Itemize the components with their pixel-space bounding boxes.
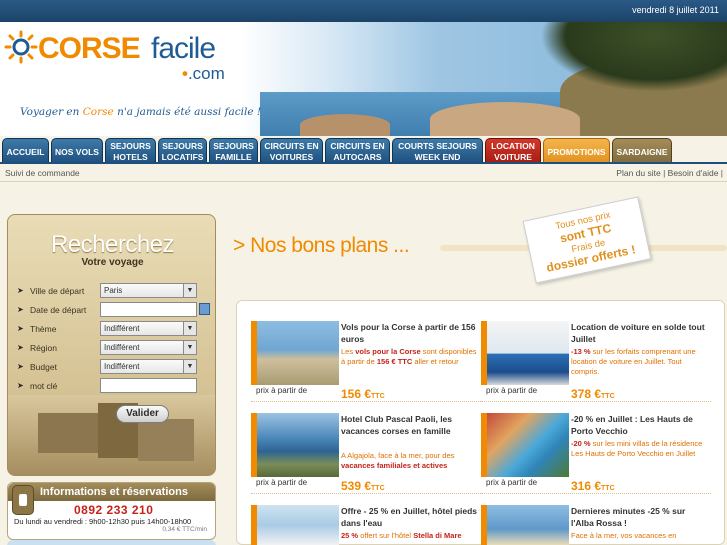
bullet-arrow-icon: ➤ <box>17 305 24 314</box>
offer-description: A Algajola, face à la mer, pour des vaca… <box>341 451 455 470</box>
phone-number[interactable]: 0892 233 210 <box>74 503 153 517</box>
top-bar: vendredi 8 juillet 2011 <box>0 0 727 22</box>
offer-title[interactable]: Vols pour la Corse à partir de 156 euros <box>341 321 479 345</box>
offer-image[interactable] <box>481 413 569 477</box>
tab-location-voiture[interactable]: LOCATION VOITURE <box>485 138 541 164</box>
sub-nav: Suivi de commande Plan du site | Besoin … <box>0 164 727 182</box>
logo-facile: facile <box>151 32 216 65</box>
offer-description: Les vols pour la Corse sont disponibles … <box>341 347 477 366</box>
info-box: Informations et réservations 0892 233 21… <box>7 482 216 540</box>
offer-card[interactable]: Dernieres minutes -25 % sur l'Alba Rossa… <box>481 505 711 545</box>
offer-title[interactable]: Location de voiture en solde tout Juille… <box>571 321 709 345</box>
field-row-theme: ➤ Thème Indifférent ▼ <box>8 321 215 337</box>
offer-description: -13 % sur les forfaits comprenant une lo… <box>571 347 696 376</box>
departure-city-select[interactable]: Paris ▼ <box>100 283 197 298</box>
offer-image[interactable] <box>481 321 569 385</box>
offer-card[interactable]: Offre - 25 % en Juillet, hôtel pieds dan… <box>251 505 481 545</box>
calendar-icon[interactable] <box>199 303 210 315</box>
chevron-down-icon: ▼ <box>183 322 196 335</box>
banner-tree <box>540 22 727 92</box>
tab-sejours-hotels[interactable]: SEJOURS HOTELS <box>105 138 156 164</box>
banner-rock <box>430 102 580 136</box>
offer-card[interactable]: prix à partir de Location de voiture en … <box>481 321 711 409</box>
field-row-keyword: ➤ mot clé <box>8 378 215 394</box>
offer-title[interactable]: Hotel Club Pascal Paoli, les vacances co… <box>341 413 479 437</box>
tab-sejours-locatifs[interactable]: SEJOURS LOCATIFS <box>158 138 207 164</box>
secondary-box <box>7 540 216 545</box>
promo-card: Tous nos prix sont TTC Frais de dossier … <box>522 196 652 284</box>
opening-hours: Du lundi au vendredi : 9h00-12h30 puis 1… <box>14 517 192 526</box>
tab-circuits-autocars[interactable]: CIRCUITS EN AUTOCARS <box>325 138 390 164</box>
section-title: > Nos bons plans ... <box>233 234 410 257</box>
call-price: 0,34 € TTC/min <box>162 526 207 533</box>
chevron-down-icon: ▼ <box>183 360 196 373</box>
offer-image[interactable] <box>251 505 339 545</box>
banner-rock <box>300 114 390 136</box>
departure-date-input[interactable] <box>100 302 197 317</box>
help-links[interactable]: Plan du site | Besoin d'aide | <box>616 168 723 178</box>
chevron-down-icon: ▼ <box>183 284 196 297</box>
bullet-arrow-icon: ➤ <box>17 324 24 333</box>
offer-title[interactable]: Dernieres minutes -25 % sur l'Alba Rossa… <box>571 505 709 529</box>
field-row-departure-city: ➤ Ville de départ Paris ▼ <box>8 283 215 299</box>
offer-price: 378 €TTC <box>571 387 615 401</box>
order-tracking-link[interactable]: Suivi de commande <box>5 168 80 178</box>
offer-title[interactable]: -20 % en Juillet : Les Hauts de Porto Ve… <box>571 413 709 437</box>
logo-corse: CORSE <box>38 32 141 65</box>
phone-icon <box>12 485 34 515</box>
submit-button[interactable]: Valider <box>116 405 169 423</box>
offer-price: 156 €TTC <box>341 387 385 401</box>
tagline: Voyager en Corse n'a jamais été aussi fa… <box>20 106 262 118</box>
field-row-departure-date: ➤ Date de départ <box>8 302 215 318</box>
tab-accueil[interactable]: ACCUEIL <box>2 138 49 164</box>
tab-circuits-voitures[interactable]: CIRCUITS EN VOITURES <box>260 138 323 164</box>
tab-promotions[interactable]: PROMOTIONS <box>543 138 610 164</box>
offer-card[interactable]: prix à partir de Vols pour la Corse à pa… <box>251 321 481 409</box>
search-title: Recherchez <box>50 231 175 258</box>
offer-title[interactable]: Offre - 25 % en Juillet, hôtel pieds dan… <box>341 505 479 529</box>
info-title: Informations et réservations <box>40 486 188 498</box>
offer-image[interactable] <box>251 413 339 477</box>
tab-courts-sejours[interactable]: COURTS SEJOURS WEEK END <box>392 138 483 164</box>
info-header: Informations et réservations <box>8 483 215 501</box>
chevron-down-icon: ▼ <box>183 341 196 354</box>
sun-icon <box>4 30 38 64</box>
region-select[interactable]: Indifférent ▼ <box>100 340 197 355</box>
offers-panel: prix à partir de Vols pour la Corse à pa… <box>236 300 725 545</box>
offer-description: 25 % offert sur l'hôtel Stella di Mare <box>341 531 462 540</box>
keyword-input[interactable] <box>100 378 197 393</box>
offer-card[interactable]: prix à partir de -20 % en Juillet : Les … <box>481 413 711 501</box>
field-row-region: ➤ Région Indifférent ▼ <box>8 340 215 356</box>
offer-image[interactable] <box>251 321 339 385</box>
offer-card[interactable]: prix à partir de Hotel Club Pascal Paoli… <box>251 413 481 501</box>
offer-description: Face à la mer, vos vacances en <box>571 531 677 540</box>
tab-nos-vols[interactable]: NOS VOLS <box>51 138 103 164</box>
search-box: Recherchez Votre voyage ➤ Ville de dépar… <box>7 214 216 476</box>
offer-price: 316 €TTC <box>571 479 615 493</box>
logo-dotcom: •.com <box>182 64 225 83</box>
village-image <box>8 395 215 475</box>
bullet-arrow-icon: ➤ <box>17 343 24 352</box>
bullet-arrow-icon: ➤ <box>17 286 24 295</box>
offer-image[interactable] <box>481 505 569 545</box>
field-row-budget: ➤ Budget Indifférent ▼ <box>8 359 215 375</box>
theme-select[interactable]: Indifférent ▼ <box>100 321 197 336</box>
search-subtitle: Votre voyage <box>81 257 144 268</box>
bullet-arrow-icon: ➤ <box>17 381 24 390</box>
budget-select[interactable]: Indifférent ▼ <box>100 359 197 374</box>
tab-sejours-famille[interactable]: SEJOURS FAMILLE <box>209 138 258 164</box>
current-date: vendredi 8 juillet 2011 <box>632 5 719 15</box>
offer-price: 539 €TTC <box>341 479 385 493</box>
header-banner: CORSE facile •.com Voyager en Corse n'a … <box>0 22 727 136</box>
offer-description: -20 % sur les mini villas de la résidenc… <box>571 439 703 458</box>
bullet-arrow-icon: ➤ <box>17 362 24 371</box>
main-nav: ACCUEIL NOS VOLS SEJOURS HOTELS SEJOURS LO… <box>0 136 727 164</box>
tab-sardaigne[interactable]: SARDAIGNE <box>612 138 672 164</box>
